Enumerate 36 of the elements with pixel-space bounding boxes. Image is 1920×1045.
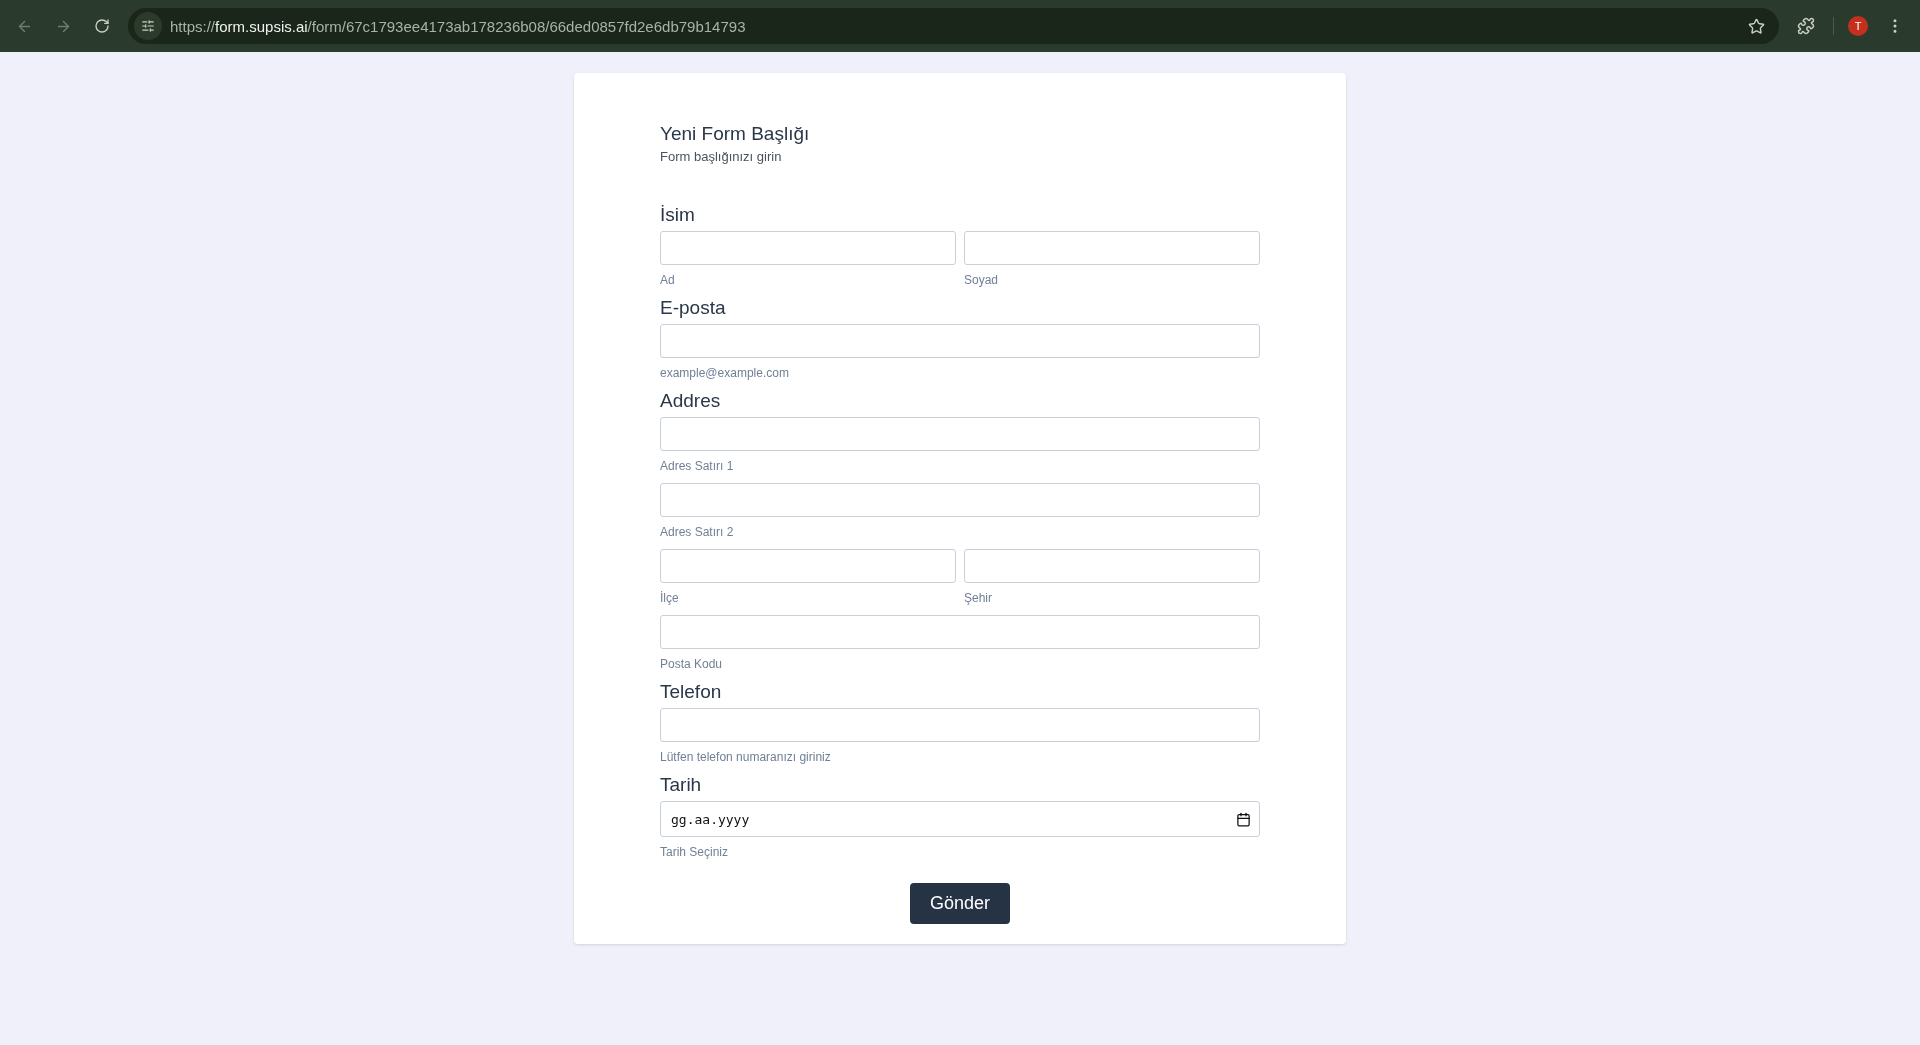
date-placeholder: gg.aa.yyyy: [671, 811, 750, 827]
field-label: İsim: [660, 204, 696, 226]
field-hint: İlçe: [660, 591, 679, 605]
text-input[interactable]: [660, 483, 1260, 517]
field-hint: Tarih Seçiniz: [660, 845, 729, 859]
form-title: Yeni Form Başlığı: [660, 123, 811, 145]
field-hint: Lütfen telefon numaranızı giriniz: [660, 750, 831, 764]
date-input[interactable]: gg.aa.yyyy: [660, 801, 1260, 837]
field-hint: Şehir: [964, 591, 992, 605]
reload-icon[interactable]: [94, 18, 110, 34]
field-hint: example@example.com: [660, 366, 789, 380]
submit-button[interactable]: Gönder: [909, 883, 1010, 924]
field-hint: Adres Satırı 2: [660, 525, 734, 539]
site-settings-button[interactable]: [134, 12, 162, 40]
field-hint: Adres Satırı 1: [660, 459, 734, 473]
field-label: Telefon: [660, 681, 723, 703]
form-subtitle: Form başlığınızı girin: [660, 149, 783, 164]
field-label: E-posta: [660, 297, 727, 319]
address-bar[interactable]: https://form.supsis.ai/form/67c1793ee4173ab178236b08/66ded0857fd2e6db79b14793: [128, 8, 1779, 44]
text-input[interactable]: [964, 231, 1260, 265]
text-input[interactable]: [660, 417, 1260, 451]
url-text: https://form.supsis.ai/form/67c1793ee4173ab178236b08/66ded0857fd2e6db79b14793: [170, 17, 747, 35]
field-hint: Posta Kodu: [660, 657, 723, 671]
text-input[interactable]: [660, 708, 1260, 742]
field-hint: Soyad: [964, 273, 999, 287]
text-input[interactable]: [660, 549, 956, 583]
text-input[interactable]: [660, 324, 1260, 358]
field-label: Addres: [660, 390, 722, 412]
text-input[interactable]: [660, 231, 956, 265]
text-input[interactable]: [964, 549, 1260, 583]
text-input[interactable]: [660, 615, 1260, 649]
sliders-icon: [141, 19, 155, 33]
field-hint: Ad: [660, 273, 675, 287]
profile-avatar[interactable]: T: [1848, 16, 1868, 36]
field-label: Tarih: [660, 774, 703, 796]
calendar-icon[interactable]: [1236, 811, 1251, 827]
